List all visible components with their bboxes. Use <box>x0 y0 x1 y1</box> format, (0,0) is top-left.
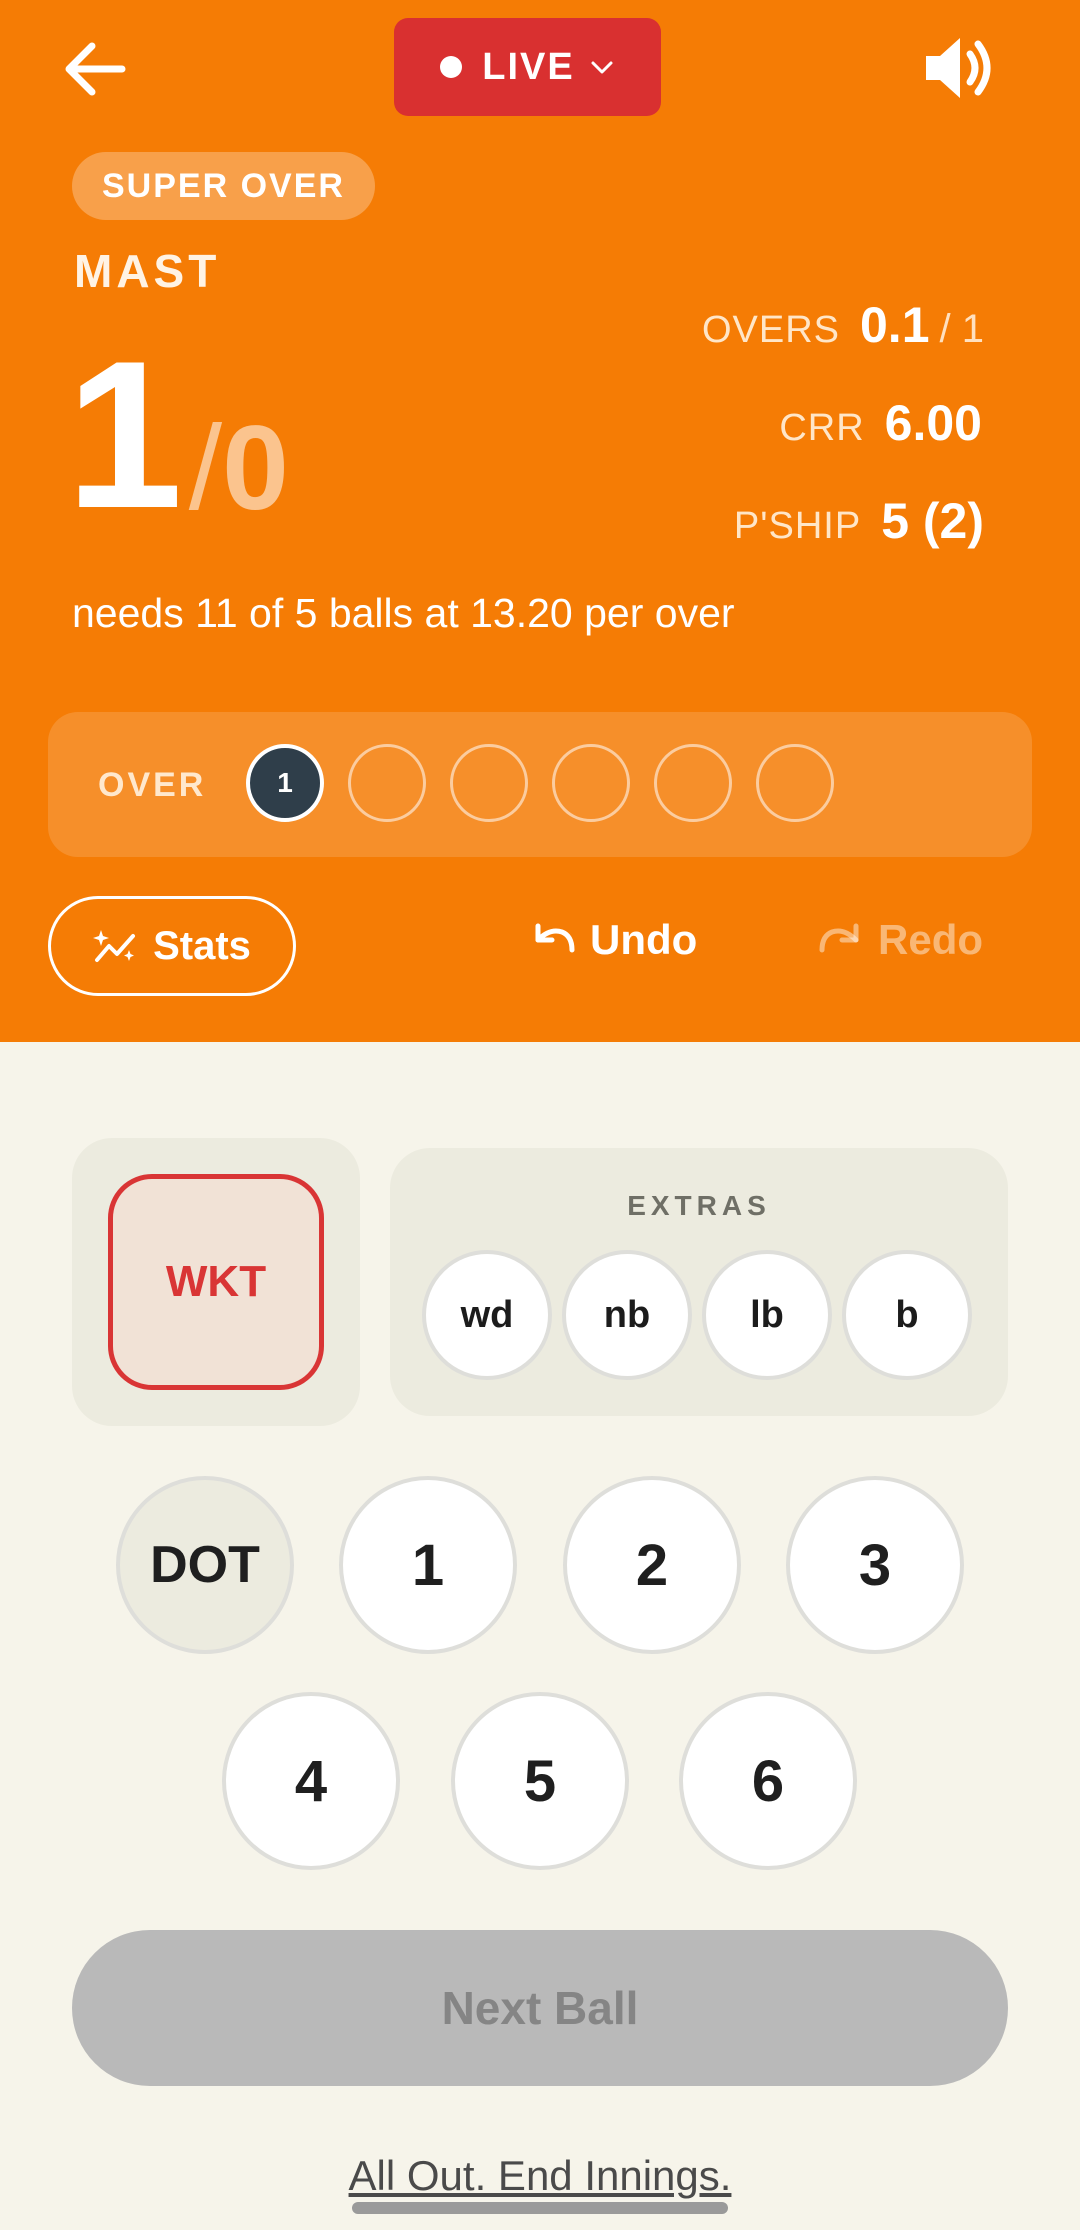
batting-team-name: MAST <box>74 245 221 297</box>
extra-bye-button[interactable]: b <box>842 1250 972 1380</box>
overs-total: / 1 <box>939 307 984 351</box>
end-innings-link[interactable]: All Out. End Innings. <box>0 2152 1080 2200</box>
dot-ball-button[interactable]: DOT <box>116 1476 294 1654</box>
partnership-stat: P'SHIP 5 (2) <box>734 492 984 550</box>
overs-label: OVERS <box>701 309 840 351</box>
extras-panel: EXTRAS wd nb lb b <box>390 1148 1008 1416</box>
home-indicator[interactable] <box>352 2202 728 2214</box>
crr-value: 6.00 <box>884 395 982 451</box>
redo-icon <box>819 923 859 953</box>
next-ball-button[interactable]: Next Ball <box>72 1930 1008 2086</box>
ball-6 <box>756 744 834 822</box>
run-6-button[interactable]: 6 <box>679 1692 857 1870</box>
extra-no-ball-button[interactable]: nb <box>562 1250 692 1380</box>
over-label: OVER <box>98 766 207 804</box>
run-5-button[interactable]: 5 <box>451 1692 629 1870</box>
redo-button[interactable]: Redo <box>818 916 983 964</box>
overs-value: 0.1 <box>860 297 930 353</box>
undo-label: Undo <box>590 916 698 963</box>
speaker-icon <box>926 38 991 98</box>
arrow-left-icon <box>65 42 126 96</box>
extra-leg-bye-button[interactable]: lb <box>702 1250 832 1380</box>
live-status-button[interactable]: LIVE <box>394 18 661 116</box>
back-button[interactable] <box>60 34 130 104</box>
run-3-button[interactable]: 3 <box>786 1476 964 1654</box>
crr-stat: CRR 6.00 <box>779 394 982 452</box>
stats-button[interactable]: Stats <box>48 896 296 996</box>
score-runs: 1 <box>66 317 183 552</box>
undo-button[interactable]: Undo <box>530 916 697 964</box>
live-label: LIVE <box>482 45 575 88</box>
score-header: LIVE SUPER OVER MAST 1 / 0 OVERS 0.1 / 1… <box>0 0 1080 1042</box>
crr-label: CRR <box>779 407 865 449</box>
extras-title: EXTRAS <box>627 1190 771 1221</box>
target-needs-text: needs 11 of 5 balls at 13.20 per over <box>72 590 735 636</box>
sound-button[interactable] <box>922 34 994 102</box>
overs-stat: OVERS 0.1 / 1 <box>702 296 984 354</box>
ball-1: 1 <box>246 744 324 822</box>
super-over-badge: SUPER OVER <box>72 152 375 220</box>
sparkle-chart-icon <box>93 930 136 962</box>
partnership-value: 5 (2) <box>881 493 984 549</box>
score-separator: / <box>188 401 223 535</box>
wicket-button[interactable]: WKT <box>108 1174 324 1390</box>
run-2-button[interactable]: 2 <box>563 1476 741 1654</box>
undo-icon <box>535 923 575 953</box>
stats-label: Stats <box>153 923 251 968</box>
extra-wide-button[interactable]: wd <box>422 1250 552 1380</box>
team-score: 1 / 0 <box>66 330 289 540</box>
run-1-button[interactable]: 1 <box>339 1476 517 1654</box>
score-wickets: 0 <box>222 401 289 535</box>
ball-4 <box>552 744 630 822</box>
run-4-button[interactable]: 4 <box>222 1692 400 1870</box>
over-tracker: OVER 1 <box>48 712 1032 857</box>
partnership-label: P'SHIP <box>733 505 862 547</box>
chevron-down-icon <box>591 61 613 74</box>
ball-3 <box>450 744 528 822</box>
ball-2 <box>348 744 426 822</box>
wicket-panel: WKT <box>72 1138 360 1426</box>
ball-5 <box>654 744 732 822</box>
live-dot-icon <box>440 56 463 78</box>
redo-label: Redo <box>878 916 983 963</box>
